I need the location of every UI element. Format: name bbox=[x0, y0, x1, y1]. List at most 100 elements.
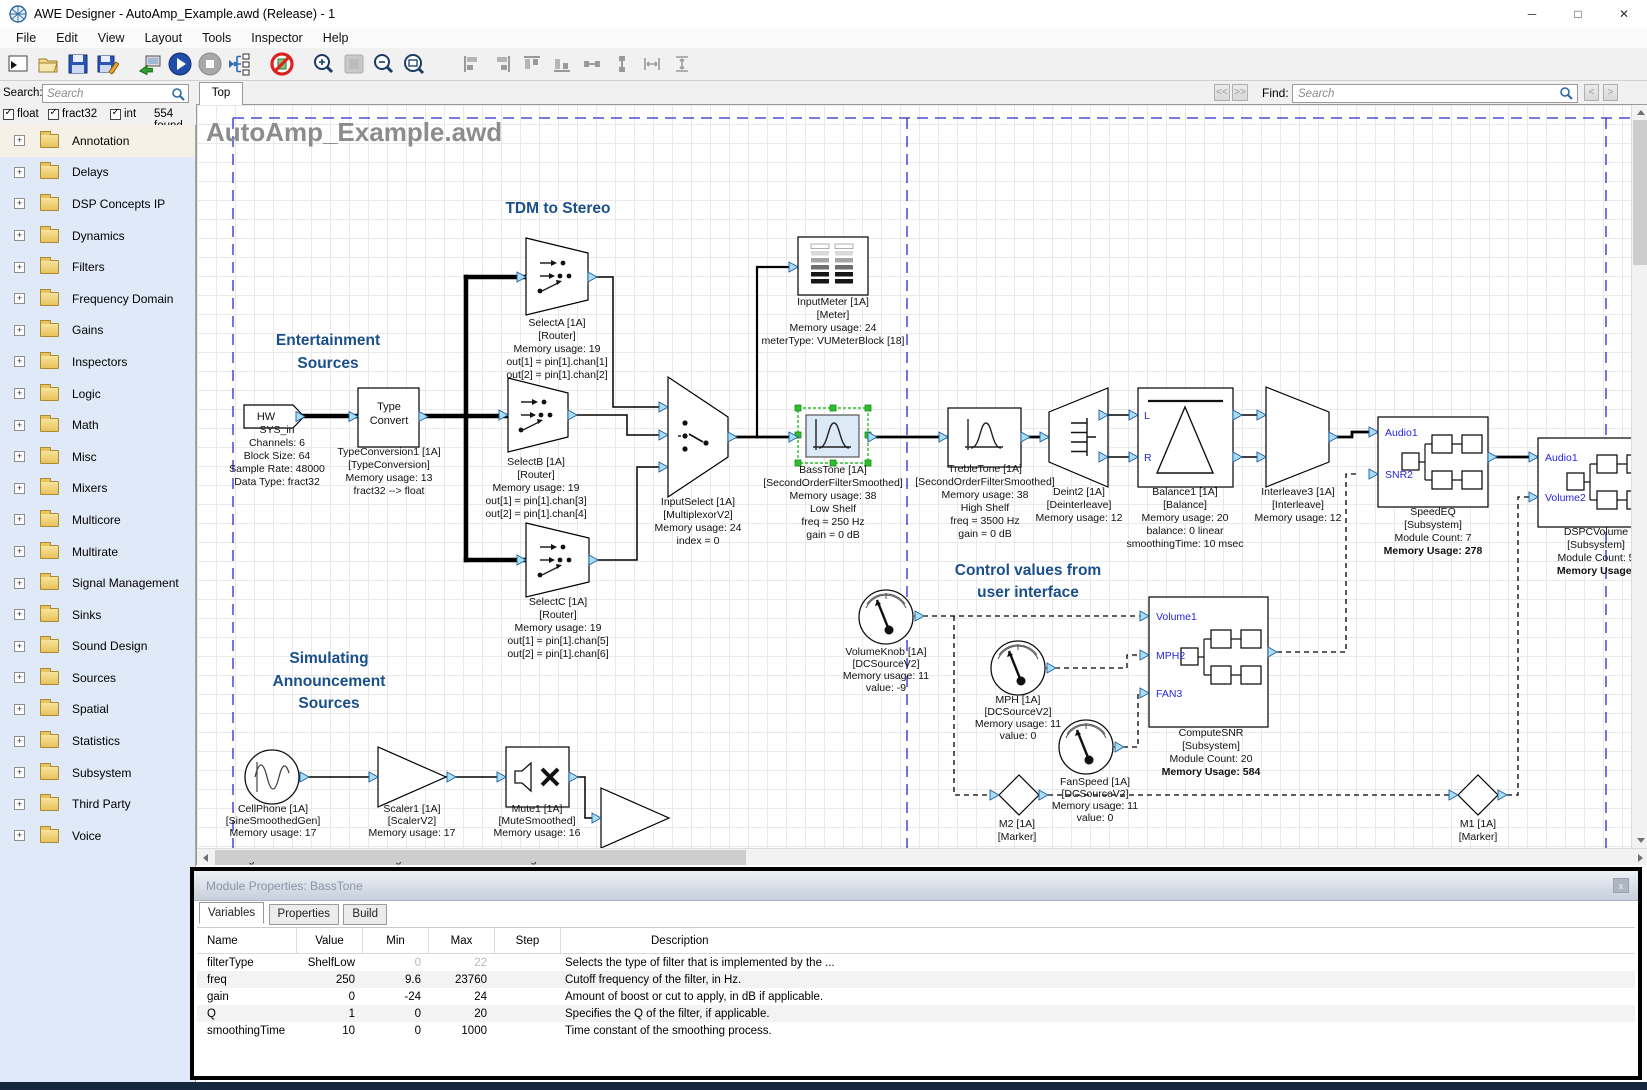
align-bottom-icon[interactable] bbox=[549, 51, 575, 77]
module-trebletone[interactable]: TrebleTone [1A] [SecondOrderFilterSmooth… bbox=[915, 408, 1055, 540]
expand-icon[interactable] bbox=[14, 736, 25, 747]
save-as-icon[interactable] bbox=[95, 51, 121, 77]
module-partial-scaler[interactable] bbox=[592, 788, 669, 848]
module-computesnr[interactable]: Volume1 MPH2 FAN3 ComputeSNR [Subsystem]… bbox=[1140, 597, 1277, 778]
find-next-button[interactable]: >> bbox=[1232, 84, 1248, 101]
space-vertical-icon[interactable] bbox=[669, 51, 695, 77]
sidebar-item-annotation[interactable]: Annotation bbox=[0, 125, 195, 157]
module-fanspeed[interactable]: FanSpeed [1A] [DCSourceV2] Memory usage:… bbox=[1052, 720, 1138, 824]
stop-icon[interactable] bbox=[197, 51, 223, 77]
deploy-target-icon[interactable] bbox=[137, 51, 163, 77]
filter-int[interactable]: int bbox=[110, 108, 136, 120]
sidebar-item-spatial[interactable]: Spatial bbox=[0, 694, 195, 726]
module-m2-marker[interactable]: M2 [1A] [Marker] bbox=[990, 775, 1048, 843]
layout-hierarchy-icon[interactable] bbox=[227, 51, 253, 77]
module-selectA[interactable]: SelectA [1A] [Router] Memory usage: 19 o… bbox=[506, 238, 607, 381]
module-dspcvolume[interactable]: Audio1 Volume2 DSPCVolume [Subsystem] Mo… bbox=[1529, 438, 1631, 577]
sidebar-item-third-party[interactable]: Third Party bbox=[0, 788, 195, 820]
find-forward-button[interactable]: > bbox=[1603, 84, 1618, 101]
sidebar-item-gains[interactable]: Gains bbox=[0, 315, 195, 347]
menu-edit[interactable]: Edit bbox=[46, 28, 88, 48]
module-basstone-selected[interactable]: BassTone [1A] [SecondOrderFilterSmoothed… bbox=[763, 405, 903, 541]
expand-icon[interactable] bbox=[14, 451, 25, 462]
menu-layout[interactable]: Layout bbox=[135, 28, 193, 48]
panel-header[interactable]: Module Properties: BassTone x bbox=[194, 871, 1638, 901]
module-deint2[interactable]: Deint2 [1A] [Deinterleave] Memory usage:… bbox=[1036, 388, 1123, 524]
expand-icon[interactable] bbox=[14, 799, 25, 810]
module-inputmeter[interactable]: InputMeter [1A] [Meter] Memory usage: 24… bbox=[762, 237, 905, 347]
new-design-icon[interactable] bbox=[5, 51, 31, 77]
save-icon[interactable] bbox=[65, 51, 91, 77]
sidebar-item-sources[interactable]: Sources bbox=[0, 662, 195, 694]
sidebar-item-multirate[interactable]: Multirate bbox=[0, 536, 195, 568]
expand-icon[interactable] bbox=[14, 767, 25, 778]
expand-icon[interactable] bbox=[14, 420, 25, 431]
zoom-region-icon[interactable] bbox=[341, 51, 367, 77]
sidebar-item-signal-management[interactable]: Signal Management bbox=[0, 567, 195, 599]
expand-icon[interactable] bbox=[14, 514, 25, 525]
module-mute1[interactable]: Mute1 [1A] [MuteSmoothed] Memory usage: … bbox=[494, 747, 581, 839]
table-row-freq[interactable]: freq 250 9.6 23760 Cutoff frequency of t… bbox=[197, 971, 1635, 988]
expand-icon[interactable] bbox=[14, 135, 25, 146]
module-typeconversion1[interactable]: Type Convert TypeConversion1 [1A] [TypeC… bbox=[337, 388, 440, 497]
expand-icon[interactable] bbox=[14, 578, 25, 589]
sidebar-item-sound-design[interactable]: Sound Design bbox=[0, 631, 195, 663]
sidebar-item-multicore[interactable]: Multicore bbox=[0, 504, 195, 536]
scroll-right-icon[interactable] bbox=[1632, 849, 1647, 866]
expand-icon[interactable] bbox=[14, 609, 25, 620]
align-left-icon[interactable] bbox=[459, 51, 485, 77]
sidebar-item-subsystem[interactable]: Subsystem bbox=[0, 757, 195, 789]
open-icon[interactable] bbox=[35, 51, 61, 77]
sidebar-item-filters[interactable]: Filters bbox=[0, 251, 195, 283]
sidebar-item-sinks[interactable]: Sinks bbox=[0, 599, 195, 631]
sidebar-item-delays[interactable]: Delays bbox=[0, 157, 195, 189]
panel-close-icon[interactable]: x bbox=[1613, 878, 1629, 893]
sidebar-item-logic[interactable]: Logic bbox=[0, 378, 195, 410]
expand-icon[interactable] bbox=[14, 546, 25, 557]
menu-tools[interactable]: Tools bbox=[192, 28, 241, 48]
search-input[interactable] bbox=[42, 84, 189, 103]
menu-view[interactable]: View bbox=[88, 28, 135, 48]
expand-icon[interactable] bbox=[14, 293, 25, 304]
align-right-icon[interactable] bbox=[489, 51, 515, 77]
vertical-scroll-thumb[interactable] bbox=[1633, 120, 1647, 265]
sidebar-item-inspectors[interactable]: Inspectors bbox=[0, 346, 195, 378]
sidebar-item-misc[interactable]: Misc bbox=[0, 441, 195, 473]
menu-inspector[interactable]: Inspector bbox=[241, 28, 312, 48]
table-row-gain[interactable]: gain 0 -24 24 Amount of boost or cut to … bbox=[197, 988, 1635, 1005]
module-volumeknob[interactable]: VolumeKnob [1A] [DCSourceV2] Memory usag… bbox=[843, 590, 929, 694]
expand-icon[interactable] bbox=[14, 262, 25, 273]
table-row-q[interactable]: Q 1 0 20 Specifies the Q of the filter, … bbox=[197, 1005, 1635, 1022]
module-scaler1[interactable]: Scaler1 [1A] [ScalerV2] Memory usage: 17 bbox=[369, 747, 456, 839]
module-selectB[interactable]: SelectB [1A] [Router] Memory usage: 19 o… bbox=[485, 378, 586, 520]
menu-help[interactable]: Help bbox=[313, 28, 359, 48]
expand-icon[interactable] bbox=[14, 704, 25, 715]
tab-variables[interactable]: Variables bbox=[199, 902, 264, 924]
space-horizontal-icon[interactable] bbox=[639, 51, 665, 77]
minimize-button[interactable]: ─ bbox=[1509, 0, 1555, 28]
find-back-button[interactable]: < bbox=[1584, 84, 1599, 101]
module-properties-panel[interactable]: Module Properties: BassTone x Variables … bbox=[190, 867, 1642, 1080]
module-inputselect[interactable]: InputSelect [1A] [MultiplexorV2] Memory … bbox=[655, 377, 742, 547]
sidebar-item-frequency-domain[interactable]: Frequency Domain bbox=[0, 283, 195, 315]
expand-icon[interactable] bbox=[14, 672, 25, 683]
filter-fract32[interactable]: fract32 bbox=[48, 108, 97, 120]
expand-icon[interactable] bbox=[14, 483, 25, 494]
sidebar-item-voice[interactable]: Voice bbox=[0, 820, 195, 852]
zoom-out-icon[interactable] bbox=[371, 51, 397, 77]
checkbox-int[interactable] bbox=[110, 109, 121, 120]
scroll-down-icon[interactable] bbox=[1632, 833, 1647, 848]
table-row-smoothingtime[interactable]: smoothingTime 10 0 1000 Time constant of… bbox=[197, 1022, 1635, 1039]
sidebar-item-statistics[interactable]: Statistics bbox=[0, 725, 195, 757]
module-mph[interactable]: MPH [1A] [DCSourceV2] Memory usage: 11 v… bbox=[975, 641, 1061, 742]
find-input[interactable] bbox=[1292, 84, 1578, 103]
halt-audio-icon[interactable] bbox=[269, 51, 295, 77]
run-icon[interactable] bbox=[167, 51, 193, 77]
zoom-in-icon[interactable] bbox=[311, 51, 337, 77]
expand-icon[interactable] bbox=[14, 356, 25, 367]
checkbox-float[interactable] bbox=[3, 109, 14, 120]
expand-icon[interactable] bbox=[14, 388, 25, 399]
checkbox-fract32[interactable] bbox=[48, 109, 59, 120]
design-canvas[interactable]: AutoAmp_Example.awd TDM to Stereo Entert… bbox=[196, 105, 1647, 865]
menu-file[interactable]: File bbox=[6, 28, 46, 48]
